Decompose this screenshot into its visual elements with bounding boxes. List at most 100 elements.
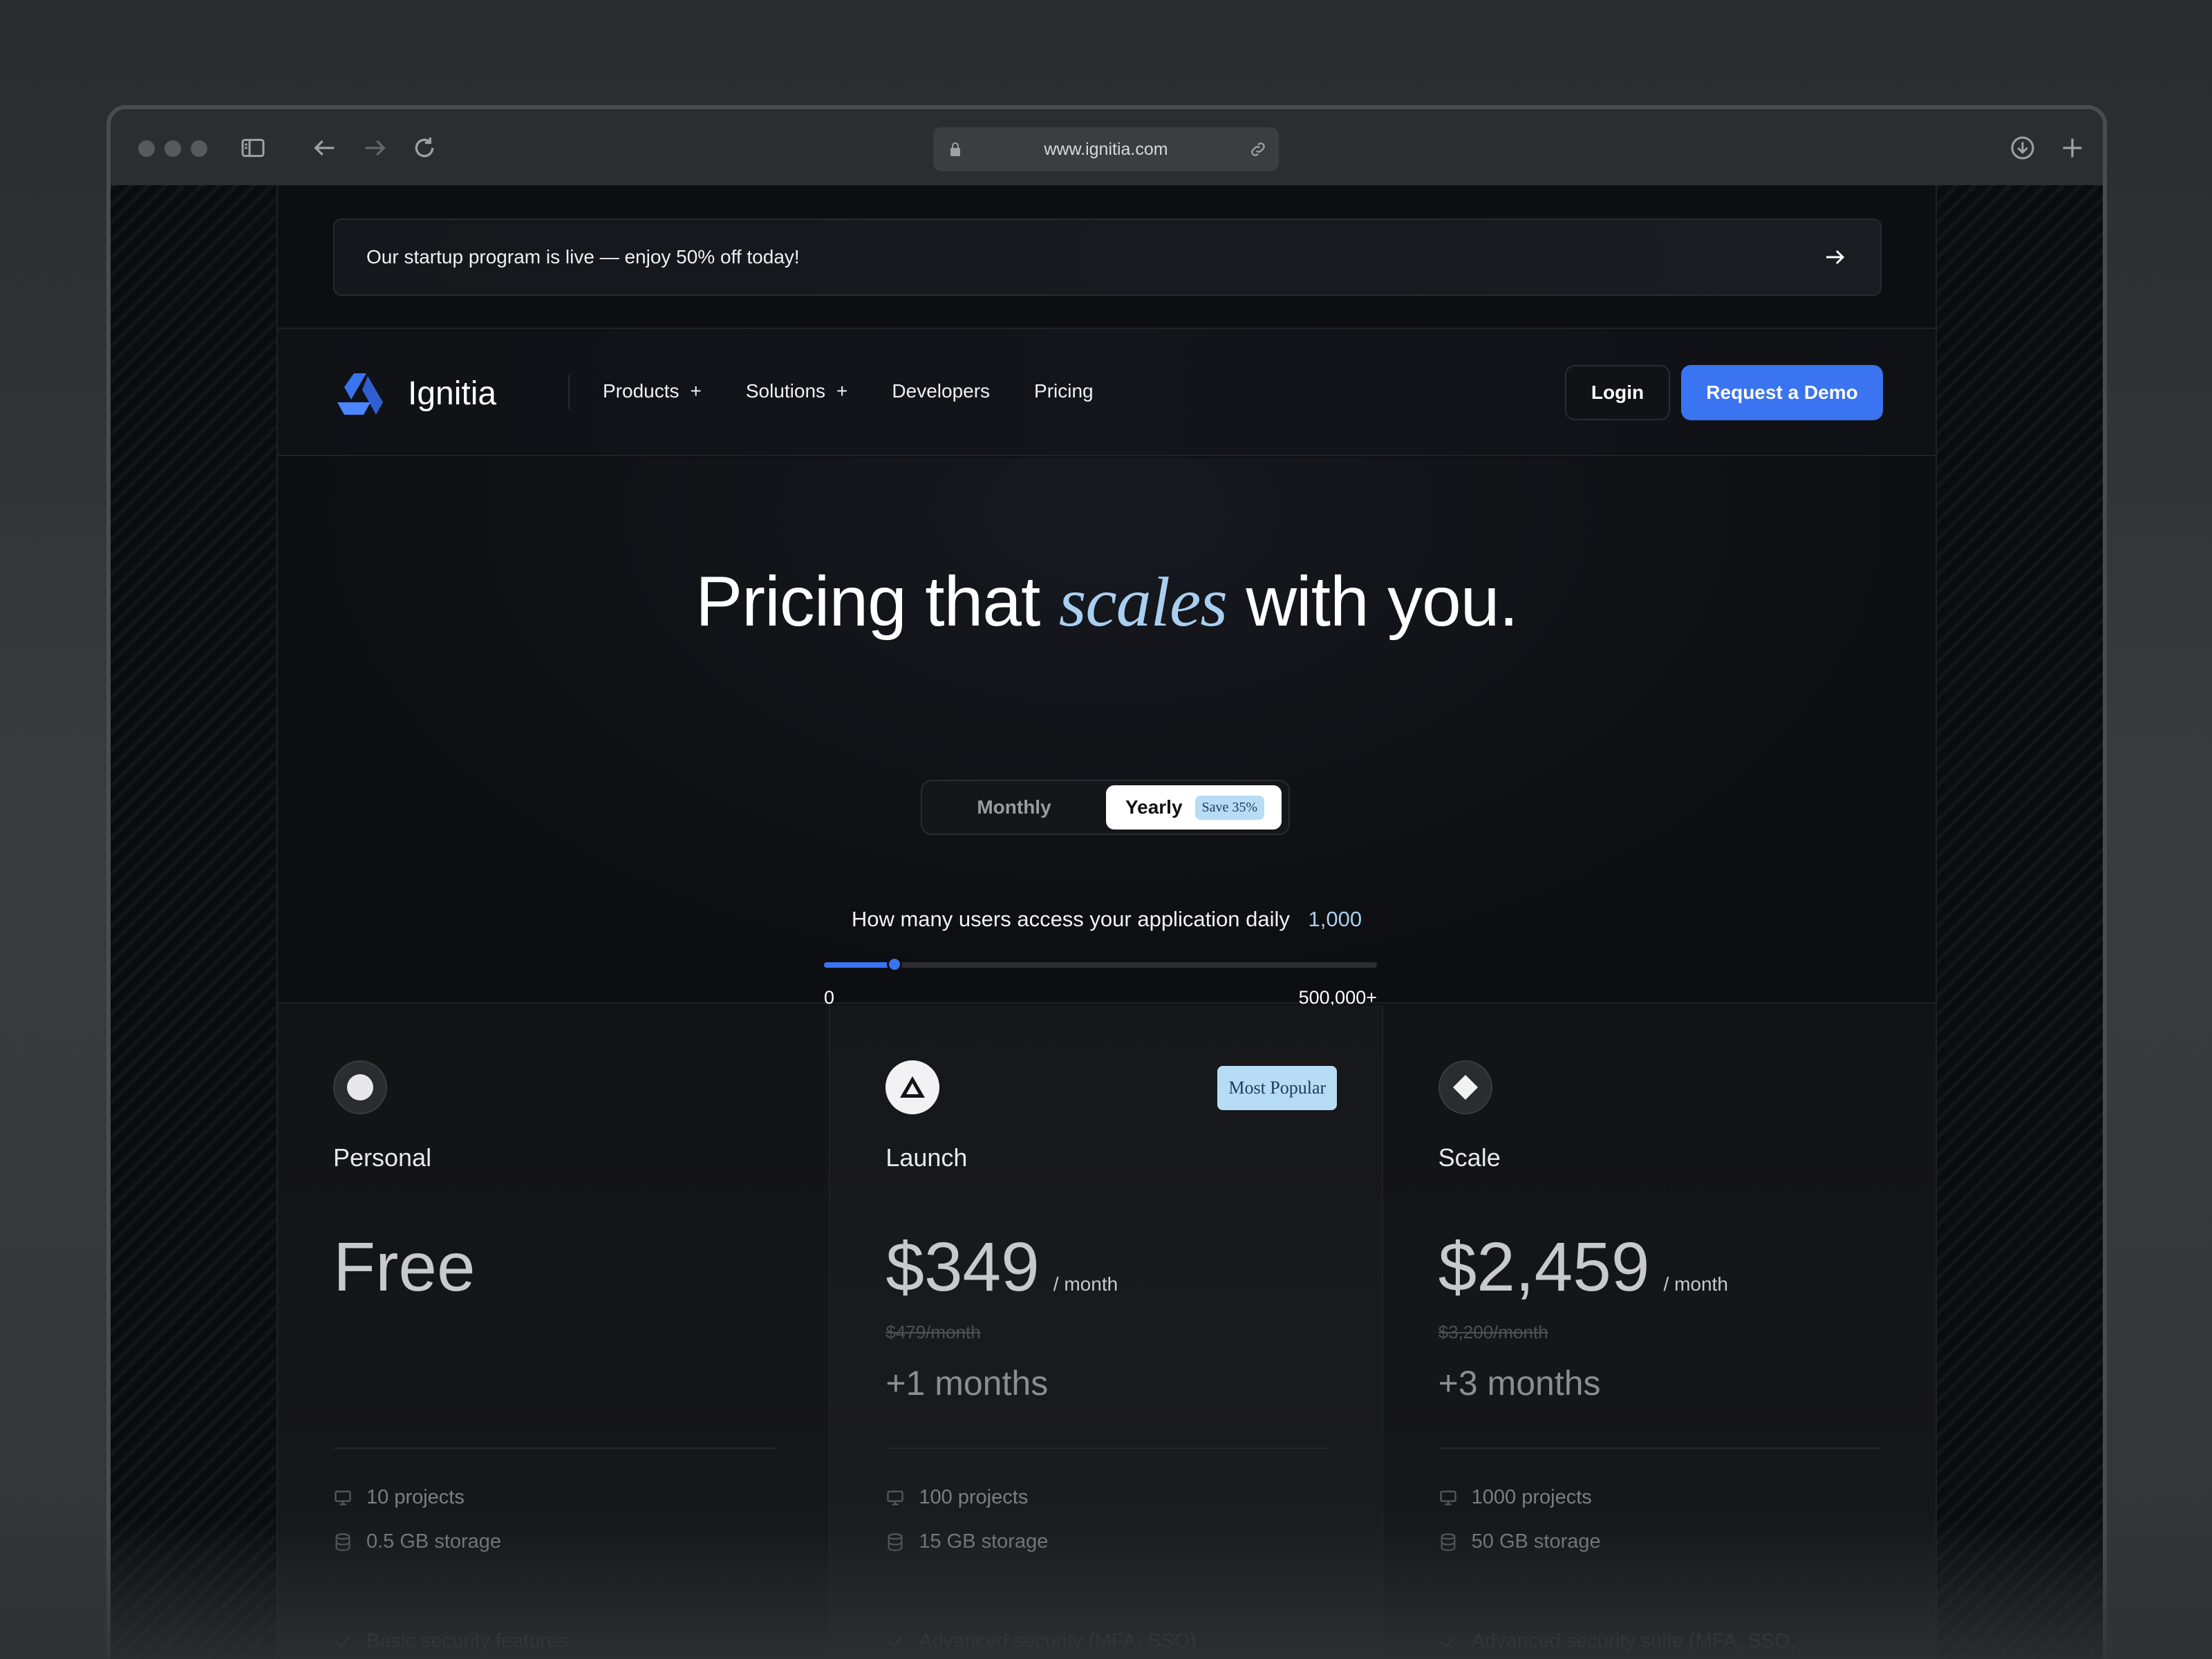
- promo-banner[interactable]: Our startup program is live — enjoy 50% …: [333, 218, 1882, 296]
- price-period: / month: [1663, 1273, 1728, 1295]
- plus-icon: +: [690, 380, 702, 402]
- nav-item-label: Products: [603, 380, 679, 402]
- users-slider[interactable]: [824, 957, 1377, 972]
- back-arrow-icon[interactable]: [311, 134, 339, 162]
- request-demo-button[interactable]: Request a Demo: [1681, 365, 1883, 420]
- check-icon: [335, 1635, 350, 1648]
- plan-name: Personal: [333, 1143, 432, 1172]
- original-price: $479/month: [885, 1322, 981, 1342]
- price-period: / month: [1053, 1273, 1118, 1295]
- feature-text: 1000 projects: [1471, 1486, 1592, 1508]
- nav-item-developers[interactable]: Developers: [892, 380, 990, 402]
- plan-divider: [333, 1447, 776, 1449]
- original-price: $3,200/month: [1438, 1322, 1548, 1342]
- price-value: $349: [885, 1228, 1040, 1306]
- plan-name: Scale: [1438, 1143, 1501, 1172]
- feature-item: 50 GB storage: [1438, 1530, 1601, 1553]
- plan-price: Free: [333, 1228, 476, 1307]
- feature-text: Advanced security suite (MFA, SSO,: [1471, 1630, 1796, 1652]
- feature-item: Advanced security suite (MFA, SSO,: [1438, 1630, 1796, 1653]
- feature-text: Basic security features: [366, 1630, 568, 1652]
- feature-item: Advanced security (MFA, SSO): [885, 1630, 1197, 1653]
- save-badge: Save 35%: [1194, 795, 1265, 820]
- feature-item: 100 projects: [885, 1486, 1028, 1509]
- feature-text: 50 GB storage: [1471, 1530, 1601, 1553]
- slider-fill: [824, 962, 895, 968]
- plan-price: $349 / month: [885, 1228, 1118, 1307]
- nav-item-label: Developers: [892, 380, 991, 402]
- price-value: $2,459: [1438, 1228, 1650, 1306]
- nav-item-pricing[interactable]: Pricing: [1034, 380, 1094, 402]
- download-icon[interactable]: [2009, 134, 2036, 162]
- forward-arrow-icon[interactable]: [361, 134, 388, 162]
- most-popular-badge: Most Popular: [1217, 1066, 1338, 1110]
- feature-text: 100 projects: [919, 1486, 1029, 1508]
- feature-item: Basic security features: [333, 1630, 568, 1653]
- slider-handle[interactable]: [887, 957, 903, 972]
- plan-card-scale[interactable]: Scale $2,459 / month $3,200/month +3 mont…: [1382, 1005, 1936, 1659]
- yearly-option[interactable]: Yearly Save 35%: [1106, 785, 1282, 830]
- login-button[interactable]: Login: [1565, 365, 1670, 420]
- headline-part: Pricing that: [695, 562, 1040, 641]
- users-question: How many users access your application d…: [278, 907, 1936, 932]
- plan-name: Launch: [885, 1143, 968, 1172]
- billing-toggle: Monthly Yearly Save 35%: [921, 780, 1290, 835]
- bonus-months: +3 months: [1438, 1364, 1601, 1403]
- headline-emphasis: scales: [1058, 563, 1228, 641]
- close-window-dot[interactable]: [138, 140, 155, 157]
- page-title: Pricing that scales with you.: [278, 561, 1936, 643]
- yearly-label: Yearly: [1125, 796, 1183, 818]
- headline-part: with you.: [1246, 562, 1519, 641]
- ignitia-logo-icon[interactable]: [336, 372, 384, 416]
- feature-text: 0.5 GB storage: [366, 1530, 502, 1553]
- plan-card-launch[interactable]: Most Popular Launch $349 / month $479/mon…: [830, 1005, 1383, 1659]
- page-content: Our startup program is live — enjoy 50% …: [276, 185, 1937, 1659]
- url-text: www.ignitia.com: [1044, 139, 1168, 159]
- plus-icon: +: [836, 380, 848, 402]
- reload-icon[interactable]: [411, 134, 438, 162]
- check-icon: [888, 1635, 903, 1648]
- arrow-right-icon[interactable]: [1822, 245, 1847, 270]
- monthly-option[interactable]: Monthly: [922, 781, 1106, 834]
- page-viewport: Our startup program is live — enjoy 50% …: [111, 185, 2103, 1659]
- nav-divider: [568, 375, 570, 409]
- circle-icon: [333, 1060, 387, 1114]
- lock-icon: [950, 142, 960, 156]
- monitor-icon: [887, 1490, 903, 1505]
- brand-name[interactable]: Ignitia: [408, 375, 496, 413]
- triangle-icon: [885, 1060, 940, 1114]
- window-controls: [138, 140, 207, 157]
- monitor-icon: [1439, 1490, 1456, 1505]
- hatch-pattern-right: [1937, 185, 2103, 1659]
- nav-item-products[interactable]: Products +: [603, 380, 702, 402]
- plan-divider: [1438, 1447, 1881, 1449]
- feature-item: 0.5 GB storage: [333, 1530, 501, 1553]
- plan-divider: [885, 1447, 1329, 1449]
- diamond-icon: [1438, 1060, 1492, 1114]
- feature-text: 15 GB storage: [919, 1530, 1049, 1553]
- check-icon: [1441, 1635, 1455, 1648]
- address-bar[interactable]: www.ignitia.com: [933, 127, 1279, 171]
- pricing-hero: Pricing that scales with you. Monthly Ye…: [278, 458, 1936, 1008]
- new-tab-plus-icon[interactable]: [2059, 134, 2086, 162]
- bonus-months: +1 months: [885, 1364, 1049, 1403]
- nav-item-label: Solutions: [745, 380, 826, 402]
- sidebar-toggle-icon[interactable]: [239, 134, 267, 162]
- plan-card-personal[interactable]: Personal Free 10 projects 0.5 GB storage…: [278, 1005, 831, 1659]
- plan-price: $2,459 / month: [1438, 1228, 1728, 1307]
- nav-item-solutions[interactable]: Solutions +: [746, 380, 848, 402]
- feature-text: Advanced security (MFA, SSO): [919, 1630, 1197, 1652]
- main-navbar: Ignitia Products + Solutions + Developers …: [278, 328, 1936, 456]
- feature-text: 10 projects: [366, 1486, 465, 1508]
- zoom-window-dot[interactable]: [191, 140, 207, 157]
- database-icon: [1441, 1533, 1456, 1551]
- link-icon[interactable]: [1248, 140, 1268, 159]
- feature-item: 15 GB storage: [885, 1530, 1048, 1553]
- promo-banner-text: Our startup program is live — enjoy 50% …: [366, 246, 800, 268]
- price-value: Free: [333, 1228, 476, 1306]
- hatch-pattern-left: [111, 185, 276, 1659]
- minimize-window-dot[interactable]: [165, 140, 181, 157]
- database-icon: [888, 1533, 903, 1551]
- browser-window: www.ignitia.com Our startup program is l…: [106, 105, 2107, 1659]
- pricing-plans: Personal Free 10 projects 0.5 GB storage…: [278, 1005, 1936, 1659]
